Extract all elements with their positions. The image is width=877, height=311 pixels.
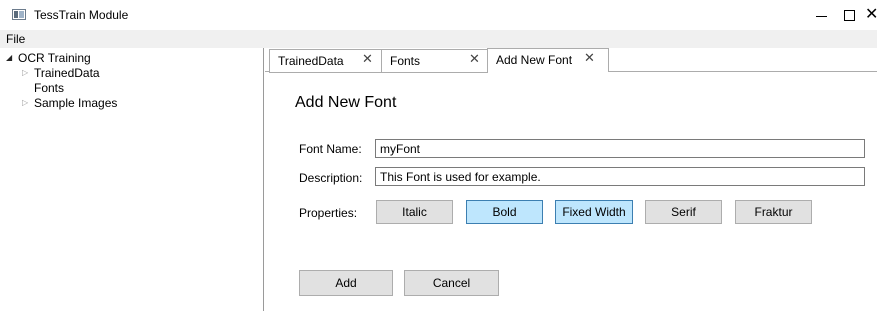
tab-close-icon[interactable]: ✕ — [469, 52, 480, 68]
tree-view: ◢ OCR Training ▷ TrainedData Fonts ▷ Sam… — [0, 48, 264, 311]
serif-toggle-button[interactable]: Serif — [645, 200, 722, 224]
app-icon — [12, 9, 26, 20]
title-bar: TessTrain Module ✕ — [0, 0, 877, 30]
italic-toggle-button[interactable]: Italic — [376, 200, 453, 224]
tab-label: TrainedData — [278, 54, 344, 68]
tab-label: Add New Font — [496, 53, 573, 67]
tree-item-ocr-training[interactable]: OCR Training — [18, 51, 91, 65]
close-icon[interactable]: ✕ — [865, 4, 877, 24]
tab-strip: TrainedData ✕ Fonts ✕ Add New Font ✕ — [265, 48, 877, 73]
tree-item-fonts[interactable]: Fonts — [34, 81, 64, 95]
tree-item-sample-images[interactable]: Sample Images — [34, 96, 117, 110]
description-field[interactable] — [375, 167, 865, 186]
properties-label: Properties: — [299, 206, 358, 220]
cancel-button[interactable]: Cancel — [404, 270, 499, 296]
collapsed-arrow-icon[interactable]: ▷ — [22, 66, 28, 80]
font-name-field[interactable] — [375, 139, 865, 158]
tab-close-icon[interactable]: ✕ — [362, 52, 373, 68]
minimize-icon[interactable] — [816, 16, 827, 17]
tab-label: Fonts — [390, 54, 421, 68]
window-title: TessTrain Module — [34, 8, 129, 22]
font-name-label: Font Name: — [299, 142, 362, 156]
collapsed-arrow-icon[interactable]: ▷ — [22, 96, 28, 110]
bold-toggle-button[interactable]: Bold — [466, 200, 543, 224]
menu-bar: File — [0, 30, 877, 48]
tree-item-traineddata[interactable]: TrainedData — [34, 66, 100, 80]
tab-traineddata[interactable]: TrainedData ✕ — [269, 49, 382, 73]
fixed-width-toggle-button[interactable]: Fixed Width — [555, 200, 633, 224]
description-label: Description: — [299, 171, 363, 185]
fraktur-toggle-button[interactable]: Fraktur — [735, 200, 812, 224]
add-button[interactable]: Add — [299, 270, 393, 296]
add-font-panel: Add New Font Font Name: Description: Pro… — [265, 72, 877, 311]
tab-fonts[interactable]: Fonts ✕ — [381, 49, 488, 73]
page-title: Add New Font — [295, 94, 397, 111]
maximize-icon[interactable] — [844, 10, 855, 21]
tab-close-icon[interactable]: ✕ — [584, 51, 595, 67]
tab-add-new-font[interactable]: Add New Font ✕ — [487, 48, 609, 72]
expanded-arrow-icon[interactable]: ◢ — [6, 51, 12, 65]
menu-file[interactable]: File — [6, 32, 25, 46]
